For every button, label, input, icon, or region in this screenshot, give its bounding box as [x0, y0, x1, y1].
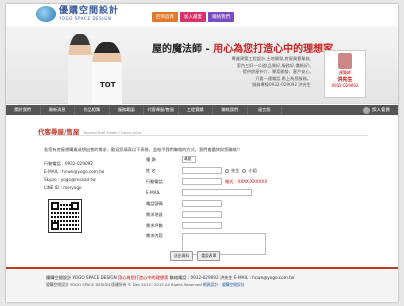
budget-row: 需求坪數	[146, 222, 222, 229]
logo-en: YOGO SPACE DESIGN	[59, 16, 112, 21]
favorites-tab[interactable]: 加入最愛	[180, 12, 206, 22]
phone-row: 電話號碼	[146, 200, 222, 207]
shirt-text: TOT	[100, 81, 116, 89]
banner-description: 專業建築工程設計,土地開發,房屋買賣業務, 室內三好一公道(品質好,服務好,價格…	[231, 56, 311, 88]
nav-contact[interactable]: 聯絡我們	[213, 105, 248, 115]
logo-icon	[36, 6, 56, 22]
top-tabs: 回到首頁 加入最愛 聯絡我們	[152, 12, 234, 22]
phone-input[interactable]	[182, 200, 222, 207]
divider	[38, 135, 368, 136]
district-row: 需求地區	[146, 211, 222, 218]
form-buttons: 送出資料 重設表單	[170, 251, 221, 261]
nav-news[interactable]: 最新消息	[41, 105, 75, 115]
budget-input[interactable]	[182, 222, 222, 229]
contact-line: LINE ID : me/yogo	[44, 185, 82, 190]
contact-info: 行動電話 : 0932-029092 E-MAIL : hcwe@yogo.co…	[44, 160, 104, 192]
contact-skype: Skype : yogo@msaad.tw	[44, 177, 96, 182]
intro-text: 若您有房屋想購買或想出售的需求，歡迎您填寫以下表格，並給予我們聯絡的方式，我們會…	[44, 147, 240, 152]
logo-cn: 優購空間設計	[59, 6, 120, 16]
banner-person-man	[92, 42, 122, 104]
nav-services[interactable]: 服務範圍	[110, 105, 144, 115]
footer: 優購空間設計 YOGO SPACE DESIGN 用心為您打造心中的理想家 聯絡…	[6, 269, 398, 302]
member-link[interactable]: 加入會員	[363, 105, 398, 115]
mobile-row: 行動電話 格式 : XXXX-XXXXXX	[146, 178, 268, 185]
top-bar: 優購空間設計 YOGO SPACE DESIGN 回到首頁 加入最愛 聯絡我們	[6, 4, 398, 26]
agent-photo	[338, 53, 352, 69]
gender-female-radio[interactable]	[242, 168, 247, 173]
banner: TOT 屋的魔法師 - 用心為您打造心中的理想家 專業建築工程設計,土地開發,房…	[6, 26, 398, 104]
contact-email[interactable]: E-MAIL : hcwe@yogo.com.tw	[44, 168, 104, 176]
banner-person-woman	[68, 34, 92, 104]
name-row: 姓 名 先生 小姐	[146, 167, 257, 174]
designer-link[interactable]: 網頁設計 : 優購空間設計	[203, 282, 245, 287]
contact-tab[interactable]: 聯絡我們	[208, 12, 234, 22]
nav-guestbook[interactable]: 留言版	[248, 105, 282, 115]
page: 優購空間設計 YOGO SPACE DESIGN 回到首頁 加入最愛 聯絡我們 …	[6, 4, 398, 302]
qr-code	[48, 199, 82, 233]
type-select[interactable]: 尋屋	[182, 156, 196, 163]
footer-line-1: 優購空間設計 YOGO SPACE DESIGN 用心為您打造心中的理想家 聯絡…	[46, 275, 295, 280]
nav-house-search[interactable]: 代客尋屋/售屋	[144, 105, 179, 115]
nav-about[interactable]: 關於我們	[6, 105, 41, 115]
nav-portfolio[interactable]: 作品相簿	[75, 105, 110, 115]
banner-slogan: 屋的魔法師 - 用心為您打造心中的理想家	[152, 44, 334, 55]
type-row: 種 類 尋屋	[146, 156, 196, 163]
agent-badge: 建築師 洪先生 0932-029092	[324, 50, 366, 98]
name-input[interactable]	[182, 167, 222, 174]
home-tab[interactable]: 回到首頁	[152, 12, 178, 22]
submit-button[interactable]: 送出資料	[170, 251, 194, 261]
gender-male-radio[interactable]	[225, 168, 229, 173]
district-input[interactable]	[182, 211, 222, 218]
mobile-input[interactable]	[182, 178, 222, 185]
user-icon	[363, 106, 370, 114]
nav-projects[interactable]: 工程實績	[179, 105, 213, 115]
email-row: E-MAIL	[146, 189, 252, 196]
email-input[interactable]	[182, 189, 252, 196]
footer-line-2: 優購空間設計 YOGO SPACE DESIGN 版權所有 © Dec 2015…	[46, 282, 245, 287]
main-nav: 關於我們 最新消息 作品相簿 服務範圍 代客尋屋/售屋 工程實績 聯絡我們 留言…	[6, 105, 398, 115]
logo[interactable]: 優購空間設計 YOGO SPACE DESIGN	[36, 6, 119, 22]
reset-button[interactable]: 重設表單	[197, 251, 221, 261]
contact-phone: 行動電話 : 0932-029092	[44, 161, 93, 166]
